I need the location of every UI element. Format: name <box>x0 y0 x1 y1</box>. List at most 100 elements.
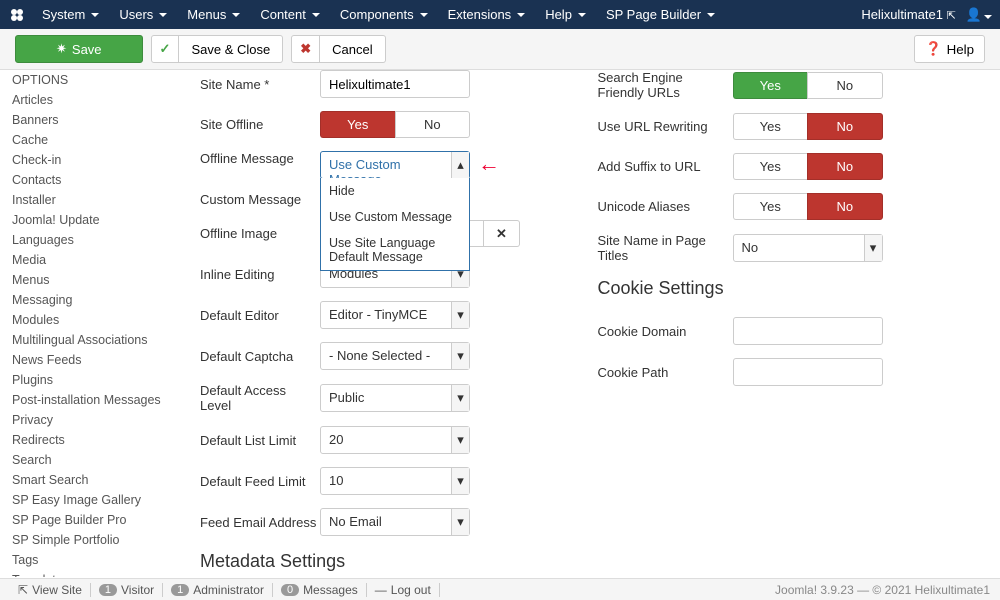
suffix-no[interactable]: No <box>807 153 883 180</box>
sidebar-item[interactable]: Contacts <box>12 170 165 190</box>
sidebar: OPTIONSArticlesBannersCacheCheck-inConta… <box>0 70 165 577</box>
rewrite-no[interactable]: No <box>807 113 883 140</box>
sidebar-item[interactable]: Post-installation Messages <box>12 390 165 410</box>
sidebar-item[interactable]: Plugins <box>12 370 165 390</box>
suffix-yes[interactable]: Yes <box>733 153 808 180</box>
unicode-no[interactable]: No <box>807 193 883 220</box>
sidebar-item[interactable]: Articles <box>12 90 165 110</box>
default-feed-label: Default Feed Limit <box>200 474 320 489</box>
save-close-check[interactable]: ✓ <box>151 35 180 63</box>
view-site-link[interactable]: ⇱ View Site <box>10 583 91 597</box>
cancel-x[interactable]: ✖ <box>291 35 320 63</box>
sidebar-item[interactable]: Joomla! Update <box>12 210 165 230</box>
sidebar-item[interactable]: Cache <box>12 130 165 150</box>
joomla-logo-icon <box>8 6 26 24</box>
site-offline-no[interactable]: No <box>395 111 471 138</box>
save-close-button[interactable]: Save & Close <box>179 35 283 63</box>
default-access-dropdown[interactable]: Public▾ <box>320 384 470 412</box>
toolbar: ✷ Save ✓ Save & Close ✖ Cancel ❓Help <box>0 29 1000 70</box>
sidebar-item[interactable]: SP Easy Image Gallery <box>12 490 165 510</box>
menu-extensions[interactable]: Extensions <box>440 2 534 27</box>
chevron-down-icon: ▾ <box>451 468 469 494</box>
default-list-dropdown[interactable]: 20▾ <box>320 426 470 454</box>
chevron-down-icon: ▾ <box>451 385 469 411</box>
visitor-count[interactable]: 1Visitor <box>91 583 163 597</box>
default-captcha-dropdown[interactable]: - None Selected -▾ <box>320 342 470 370</box>
pagetitle-dropdown[interactable]: No▾ <box>733 234 883 262</box>
dropdown-option[interactable]: Use Custom Message <box>321 204 469 230</box>
dropdown-option[interactable]: Hide <box>321 178 469 204</box>
site-name-label: Site Name * <box>200 77 320 92</box>
footer: ⇱ View Site 1Visitor 1Administrator 0Mes… <box>0 578 1000 600</box>
cookie-heading: Cookie Settings <box>598 278 966 299</box>
topbar: SystemUsersMenusContentComponentsExtensi… <box>0 0 1000 29</box>
sidebar-item[interactable]: Banners <box>12 110 165 130</box>
sidebar-item[interactable]: Menus <box>12 270 165 290</box>
sidebar-item[interactable]: Messaging <box>12 290 165 310</box>
admin-count[interactable]: 1Administrator <box>163 583 273 597</box>
chevron-down-icon: ▾ <box>451 509 469 535</box>
menu-system[interactable]: System <box>34 2 107 27</box>
default-feed-dropdown[interactable]: 10▾ <box>320 467 470 495</box>
sidebar-item[interactable]: Check-in <box>12 150 165 170</box>
sidebar-item[interactable]: SP Simple Portfolio <box>12 530 165 550</box>
chevron-up-icon: ▴ <box>451 152 469 178</box>
default-access-label: Default Access Level <box>200 383 320 413</box>
sef-yes[interactable]: Yes <box>733 72 808 99</box>
sidebar-item[interactable]: News Feeds <box>12 350 165 370</box>
sidebar-item[interactable]: Multilingual Associations <box>12 330 165 350</box>
messages-count[interactable]: 0Messages <box>273 583 367 597</box>
offline-img-label: Offline Image <box>200 226 320 241</box>
sidebar-item[interactable]: Modules <box>12 310 165 330</box>
default-editor-dropdown[interactable]: Editor - TinyMCE▾ <box>320 301 470 329</box>
user-menu[interactable]: 👤 <box>966 7 992 23</box>
save-button[interactable]: ✷ Save <box>15 35 143 63</box>
unicode-label: Unicode Aliases <box>598 199 733 214</box>
menu-menus[interactable]: Menus <box>179 2 248 27</box>
site-offline-yes[interactable]: Yes <box>320 111 395 138</box>
default-editor-label: Default Editor <box>200 308 320 323</box>
rewrite-label: Use URL Rewriting <box>598 119 733 134</box>
chevron-down-icon: ▾ <box>451 427 469 453</box>
inline-editing-label: Inline Editing <box>200 267 320 282</box>
cookie-domain-input[interactable] <box>733 317 883 345</box>
offline-msg-label: Offline Message <box>200 151 320 166</box>
sidebar-item[interactable]: Privacy <box>12 410 165 430</box>
menu-content[interactable]: Content <box>252 2 328 27</box>
site-link[interactable]: Helixultimate1 ⇱ <box>861 7 956 22</box>
logout-link[interactable]: — Log out <box>367 583 440 597</box>
version-text: Joomla! 3.9.23 — © 2021 Helixultimate1 <box>775 583 990 597</box>
sidebar-item[interactable]: Redirects <box>12 430 165 450</box>
menu-components[interactable]: Components <box>332 2 436 27</box>
site-offline-label: Site Offline <box>200 117 320 132</box>
sidebar-item[interactable]: Tags <box>12 550 165 570</box>
menu-users[interactable]: Users <box>111 2 175 27</box>
clear-image-button[interactable]: ✕ <box>484 220 520 247</box>
default-captcha-label: Default Captcha <box>200 349 320 364</box>
offline-msg-dropdown[interactable]: Use Custom Message▴ HideUse Custom Messa… <box>320 151 470 179</box>
sidebar-item[interactable]: OPTIONS <box>12 70 165 90</box>
menu-sp-page-builder[interactable]: SP Page Builder <box>598 2 723 27</box>
sidebar-item[interactable]: Installer <box>12 190 165 210</box>
menu-help[interactable]: Help <box>537 2 594 27</box>
left-column: Site Name * Site Offline Yes No Offline … <box>185 70 583 577</box>
feed-email-dropdown[interactable]: No Email▾ <box>320 508 470 536</box>
sidebar-item[interactable]: Languages <box>12 230 165 250</box>
rewrite-yes[interactable]: Yes <box>733 113 808 140</box>
sidebar-item[interactable]: Templates <box>12 570 165 577</box>
chevron-down-icon: ▾ <box>864 235 882 261</box>
sidebar-item[interactable]: Media <box>12 250 165 270</box>
help-button[interactable]: ❓Help <box>914 35 985 63</box>
cookie-path-input[interactable] <box>733 358 883 386</box>
cancel-button[interactable]: Cancel <box>320 35 385 63</box>
metadata-heading: Metadata Settings <box>200 551 568 572</box>
sef-no[interactable]: No <box>807 72 883 99</box>
sidebar-item[interactable]: SP Page Builder Pro <box>12 510 165 530</box>
unicode-yes[interactable]: Yes <box>733 193 808 220</box>
sidebar-item[interactable]: Smart Search <box>12 470 165 490</box>
arrow-annotation-icon: ← <box>478 151 500 177</box>
sidebar-item[interactable]: Search <box>12 450 165 470</box>
custom-msg-label: Custom Message <box>200 192 320 207</box>
dropdown-option[interactable]: Use Site Language Default Message <box>321 230 469 270</box>
site-name-input[interactable] <box>320 70 470 98</box>
